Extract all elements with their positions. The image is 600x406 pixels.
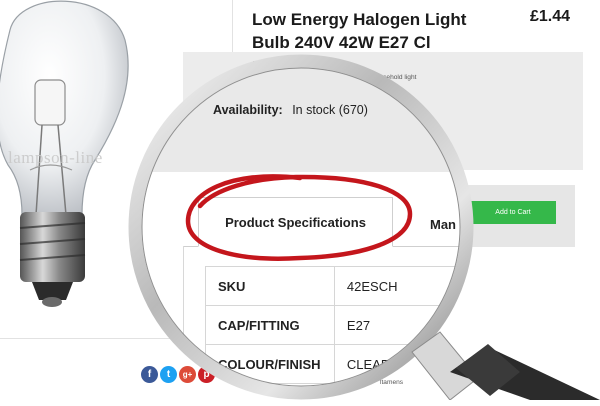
magnifier-handle: [411, 331, 600, 400]
magnifying-glass-icon: [128, 54, 600, 400]
